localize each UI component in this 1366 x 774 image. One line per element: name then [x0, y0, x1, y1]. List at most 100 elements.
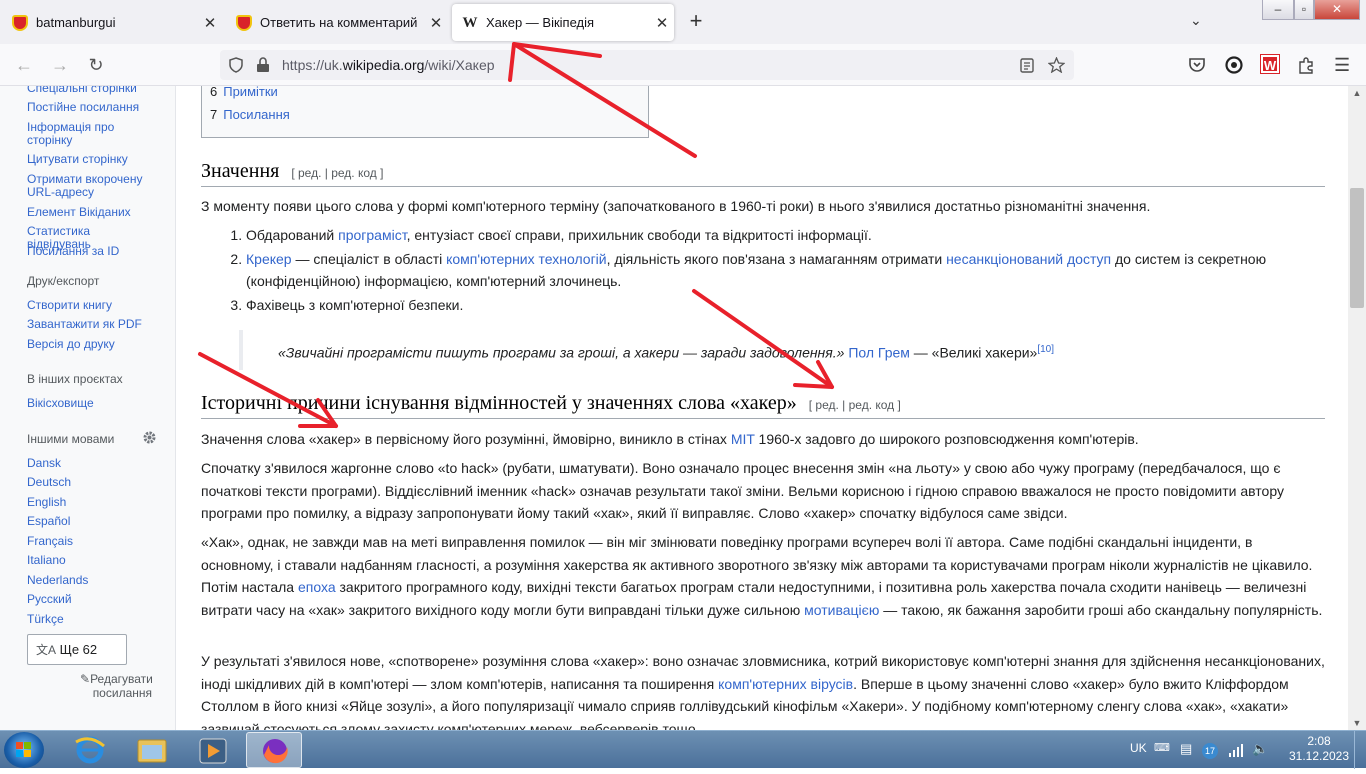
- sidebar-link-short-url[interactable]: Отримати вкорочену URL-адресу: [27, 173, 157, 199]
- close-icon[interactable]: ✕: [198, 14, 222, 32]
- close-window-button[interactable]: ✕: [1314, 0, 1360, 20]
- tab-wikipedia-hacker[interactable]: W Хакер — Вікіпедія ✕: [452, 4, 674, 41]
- gear-icon[interactable]: [142, 430, 157, 445]
- notification-badge-icon[interactable]: 17: [1202, 743, 1218, 759]
- sidebar-link-by-id[interactable]: Посилання за ID: [27, 245, 157, 258]
- vertical-scrollbar[interactable]: ▲ ▼: [1348, 86, 1366, 730]
- article-link[interactable]: Крекер: [246, 251, 292, 267]
- url-bar[interactable]: https://uk.wikipedia.org/wiki/Хакер: [220, 50, 1074, 80]
- article-link[interactable]: мотивацією: [804, 602, 879, 618]
- media-player-icon[interactable]: [186, 732, 242, 768]
- sidebar-link-create-book[interactable]: Створити книгу: [27, 299, 157, 312]
- edit-section-links[interactable]: [ ред. | ред. код ]: [809, 398, 901, 412]
- clipboard-icon[interactable]: ▤: [1180, 741, 1192, 757]
- forward-arrow-icon[interactable]: →: [48, 53, 72, 77]
- bookmark-star-icon[interactable]: [1048, 57, 1065, 73]
- article-link[interactable]: комп'ютерних вірусів: [718, 676, 853, 692]
- language-link[interactable]: Français: [27, 535, 157, 548]
- list-all-tabs-chevron-icon[interactable]: ⌄: [1190, 12, 1202, 29]
- edit-interlanguage-links[interactable]: ✎Редагувати посилання: [80, 672, 153, 700]
- text: 1960-х задовго до широкого розповсюдженн…: [754, 431, 1139, 447]
- more-languages-button[interactable]: 文A Ще 62: [27, 634, 127, 665]
- scrollbar-thumb[interactable]: [1350, 188, 1364, 308]
- menu-hamburger-icon[interactable]: ☰: [1334, 55, 1350, 76]
- language-link[interactable]: Türkçe: [27, 613, 157, 626]
- language-link[interactable]: English: [27, 496, 157, 509]
- url-text[interactable]: https://uk.wikipedia.org/wiki/Хакер: [282, 57, 495, 73]
- heading-text: Історичні причини існування відмінностей…: [201, 392, 797, 414]
- paragraph: У результаті з'явилося нове, «спотворене…: [201, 650, 1325, 730]
- maximize-button[interactable]: ▫: [1294, 0, 1314, 20]
- language-link[interactable]: Dansk: [27, 457, 157, 470]
- scroll-up-icon[interactable]: ▲: [1348, 88, 1366, 98]
- languages-heading: Іншими мовами: [27, 432, 115, 446]
- pocket-icon[interactable]: [1188, 56, 1206, 74]
- toc-link[interactable]: Примітки: [223, 86, 278, 99]
- article-link[interactable]: епоха: [298, 579, 336, 595]
- sidebar-link-cite[interactable]: Цитувати сторінку: [27, 153, 157, 166]
- toc-item[interactable]: 6 Примітки: [202, 86, 648, 103]
- article-link[interactable]: комп'ютерних технологій: [446, 251, 607, 267]
- article-link[interactable]: програміст: [338, 227, 406, 243]
- text: Значення слова «хакер» в первісному його…: [201, 431, 731, 447]
- sidebar-link-page-info[interactable]: Інформація про сторінку: [27, 121, 157, 147]
- minimize-button[interactable]: –: [1262, 0, 1294, 20]
- input-language-indicator[interactable]: UK: [1130, 741, 1147, 755]
- windows-logo-icon: [16, 742, 31, 757]
- text: , діяльність якого пов'язана з намагання…: [606, 250, 947, 267]
- article-link[interactable]: Пол Грем: [848, 345, 910, 361]
- keyboard-icon[interactable]: ⌨: [1154, 741, 1170, 754]
- list-item: Фахівець з комп'ютерної безпеки.: [246, 294, 1321, 317]
- shield-icon[interactable]: [228, 57, 244, 73]
- firefox-taskbar-icon[interactable]: [246, 732, 302, 768]
- extensions-puzzle-icon[interactable]: [1297, 56, 1315, 74]
- close-icon[interactable]: ✕: [650, 14, 674, 32]
- volume-icon[interactable]: 🔈: [1252, 741, 1268, 757]
- lock-icon[interactable]: [256, 57, 270, 73]
- reference-link[interactable]: [10]: [1037, 344, 1054, 355]
- language-link[interactable]: Nederlands: [27, 574, 157, 587]
- toc-item[interactable]: 7 Посилання: [202, 103, 648, 126]
- extension-circle-icon[interactable]: [1225, 56, 1243, 74]
- edit-section-links[interactable]: [ ред. | ред. код ]: [291, 166, 383, 180]
- language-link[interactable]: Deutsch: [27, 476, 157, 489]
- file-explorer-icon[interactable]: [124, 732, 180, 768]
- tab-batmanburgui[interactable]: batmanburgui ✕: [2, 4, 222, 41]
- scroll-down-icon[interactable]: ▼: [1348, 718, 1366, 728]
- show-desktop-button[interactable]: [1354, 731, 1366, 769]
- blockquote: «Звичайні програмісти пишуть програми за…: [239, 330, 1239, 370]
- language-link[interactable]: Español: [27, 515, 157, 528]
- wikipedia-favicon-icon: W: [462, 14, 478, 31]
- start-orb-icon[interactable]: [4, 732, 44, 768]
- translate-icon: 文A: [36, 643, 57, 657]
- other-projects-heading: В інших проєктах: [27, 372, 123, 386]
- article-body: 6 Примітки 7 Посилання Значення [ ред. | ре…: [176, 86, 1348, 730]
- sidebar-link-permalink[interactable]: Постійне посилання: [27, 101, 157, 114]
- w-extension-icon[interactable]: W: [1260, 54, 1280, 74]
- sidebar-link-wikidata[interactable]: Елемент Вікіданих: [27, 206, 157, 219]
- close-icon[interactable]: ✕: [424, 14, 448, 32]
- new-tab-plus-icon[interactable]: +: [684, 10, 708, 34]
- table-of-contents: 6 Примітки 7 Посилання: [201, 86, 649, 138]
- article-link[interactable]: несанкціонований доступ: [946, 251, 1111, 267]
- toc-link[interactable]: Посилання: [223, 107, 290, 122]
- sidebar-link-commons[interactable]: Вікісховище: [27, 397, 157, 410]
- sidebar-link-pdf[interactable]: Завантажити як PDF: [27, 318, 157, 331]
- reload-icon[interactable]: ↻: [84, 53, 108, 77]
- sidebar-link-special-pages[interactable]: Спеціальні сторінки: [27, 86, 157, 95]
- language-link[interactable]: Italiano: [27, 554, 157, 567]
- tab-reply-comment[interactable]: Ответить на комментарий ✕: [226, 4, 448, 41]
- network-signal-icon[interactable]: [1228, 742, 1244, 758]
- quote-text: «Звичайні програмісти пишуть програми за…: [278, 344, 845, 361]
- paragraph: З моменту появи цього слова у формі комп…: [201, 198, 1151, 214]
- sidebar-link-print[interactable]: Версія до друку: [27, 338, 157, 351]
- text: — спеціаліст в області: [291, 250, 447, 267]
- back-arrow-icon[interactable]: ←: [12, 53, 36, 77]
- article-link[interactable]: MIT: [731, 431, 755, 447]
- language-link[interactable]: Русский: [27, 593, 157, 606]
- reader-view-icon[interactable]: [1020, 58, 1034, 73]
- internet-explorer-icon[interactable]: [62, 732, 118, 768]
- tab-title: batmanburgui: [36, 15, 116, 30]
- heart-favicon-icon: [12, 14, 28, 31]
- system-clock[interactable]: 2:08 31.12.2023: [1288, 734, 1350, 764]
